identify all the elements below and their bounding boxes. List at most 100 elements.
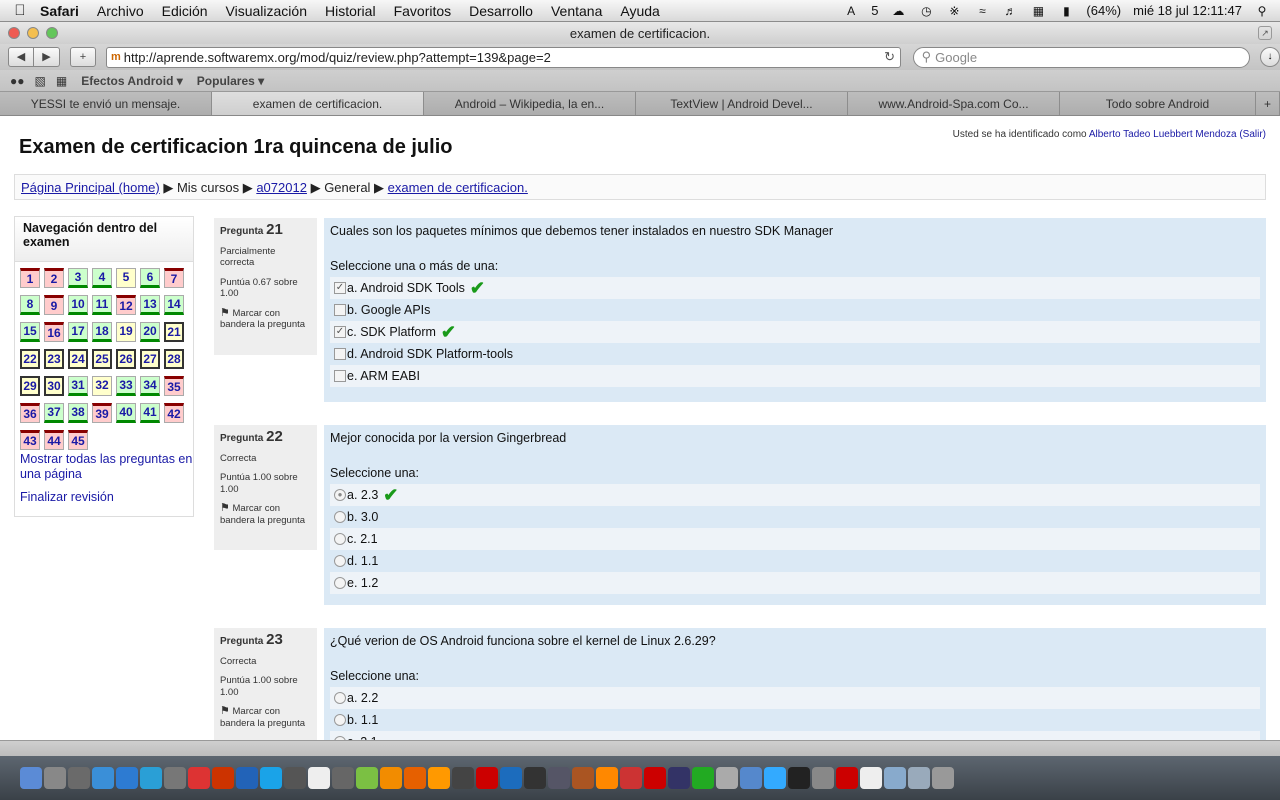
reading-list-icon[interactable]: ●● <box>10 74 25 88</box>
firefox-icon[interactable] <box>404 767 426 789</box>
quiz-nav-button[interactable]: 8 <box>20 295 40 315</box>
menu-ayuda[interactable]: Ayuda <box>620 3 659 19</box>
address-bar[interactable]: m http://aprende.softwaremx.org/mod/quiz… <box>105 46 901 68</box>
top-sites-icon[interactable]: ▦ <box>56 74 67 88</box>
answer-radio[interactable] <box>334 533 346 545</box>
quiz-nav-button[interactable]: 31 <box>68 376 88 396</box>
quiz-nav-button[interactable]: 37 <box>44 403 64 423</box>
quiz-nav-button[interactable]: 4 <box>92 268 112 288</box>
launchpad-icon[interactable] <box>44 767 66 789</box>
answer-radio[interactable] <box>334 692 346 704</box>
safari-icon[interactable] <box>140 767 162 789</box>
quiz-nav-button[interactable]: 36 <box>20 403 40 423</box>
quiz-nav-button[interactable]: 24 <box>68 349 88 369</box>
answer-radio[interactable] <box>334 511 346 523</box>
menu-edicion[interactable]: Edición <box>162 3 208 19</box>
quiz-nav-button[interactable]: 43 <box>20 430 40 450</box>
kit-icon[interactable] <box>548 767 570 789</box>
horizontal-scrollbar[interactable] <box>0 740 1280 756</box>
search-field[interactable]: ⚲ Google <box>912 46 1251 68</box>
angrybirds-icon[interactable] <box>644 767 666 789</box>
illustrator-icon[interactable] <box>428 767 450 789</box>
textedit-icon[interactable] <box>308 767 330 789</box>
user-link[interactable]: Alberto Tadeo Luebbert Mendoza <box>1089 129 1237 140</box>
quiz-nav-button[interactable]: 35 <box>164 376 184 396</box>
quiz-nav-button[interactable]: 15 <box>20 322 40 342</box>
mission-control-icon[interactable] <box>68 767 90 789</box>
app-store-icon[interactable] <box>92 767 114 789</box>
adobe-icon[interactable] <box>476 767 498 789</box>
fullscreen-icon[interactable]: ↗ <box>1258 26 1272 40</box>
answer-radio[interactable] <box>334 714 346 726</box>
quiz-nav-button[interactable]: 25 <box>92 349 112 369</box>
quiz-nav-button[interactable]: 12 <box>116 295 136 315</box>
quiz-nav-button[interactable]: 10 <box>68 295 88 315</box>
finish-review-link[interactable]: Finalizar revisión <box>20 490 193 505</box>
quiz-nav-button[interactable]: 11 <box>92 295 112 315</box>
quiz-nav-button[interactable]: 13 <box>140 295 160 315</box>
quiz-nav-button[interactable]: 6 <box>140 268 160 288</box>
adobe-status-icon[interactable]: A <box>843 4 859 18</box>
logout-link[interactable]: (Salir) <box>1239 129 1266 140</box>
game-icon[interactable] <box>452 767 474 789</box>
bookmark-efectos-android[interactable]: Efectos Android ▾ <box>81 74 183 88</box>
preview-icon[interactable] <box>116 767 138 789</box>
apple-menu-icon[interactable]:  <box>0 2 40 19</box>
vlc-icon[interactable] <box>596 767 618 789</box>
quiz-nav-button[interactable]: 20 <box>140 322 160 342</box>
quiz-nav-button[interactable]: 29 <box>20 376 40 396</box>
bookmark-populares[interactable]: Populares ▾ <box>197 74 264 88</box>
quiz-nav-button[interactable]: 41 <box>140 403 160 423</box>
answer-checkbox[interactable] <box>334 370 346 382</box>
answer-radio[interactable] <box>334 577 346 589</box>
quiz-nav-button[interactable]: 34 <box>140 376 160 396</box>
volume-icon[interactable]: ♬ <box>1002 4 1018 18</box>
minimize-window-icon[interactable] <box>27 27 39 39</box>
tab-todo-android[interactable]: Todo sobre Android <box>1060 92 1256 115</box>
quiz-nav-button[interactable]: 28 <box>164 349 184 369</box>
menu-ventana[interactable]: Ventana <box>551 3 602 19</box>
xcode-icon[interactable] <box>284 767 306 789</box>
game3-icon[interactable] <box>620 767 642 789</box>
tab-android-spa[interactable]: www.Android-Spa.com Co... <box>848 92 1060 115</box>
answer-radio[interactable]: ● <box>334 489 346 501</box>
tab-textview[interactable]: TextView | Android Devel... <box>636 92 848 115</box>
flag-question-button[interactable]: ⚑ Marcar con bandera la pregunta <box>220 307 311 331</box>
unity-icon[interactable] <box>524 767 546 789</box>
x11-icon[interactable] <box>164 767 186 789</box>
twitter-icon[interactable] <box>764 767 786 789</box>
back-button[interactable]: ◀ <box>8 47 34 67</box>
tab-yessi[interactable]: YESSI te envió un mensaje. <box>0 92 212 115</box>
zoom-window-icon[interactable] <box>46 27 58 39</box>
quiz-nav-button[interactable]: 9 <box>44 295 64 315</box>
menu-visualizacion[interactable]: Visualización <box>226 3 307 19</box>
quiz-nav-button[interactable]: 19 <box>116 322 136 342</box>
quiz-nav-button[interactable]: 2 <box>44 268 64 288</box>
breadcrumb-home[interactable]: Página Principal (home) <box>21 180 160 195</box>
game4-icon[interactable] <box>692 767 714 789</box>
quiz-nav-button[interactable]: 33 <box>116 376 136 396</box>
quiz-nav-button[interactable]: 5 <box>116 268 136 288</box>
docs-icon[interactable] <box>860 767 882 789</box>
answer-checkbox[interactable]: ✓ <box>334 282 346 294</box>
quiz-nav-button[interactable]: 14 <box>164 295 184 315</box>
quiz-nav-button[interactable]: 44 <box>44 430 64 450</box>
quiz-nav-button[interactable]: 7 <box>164 268 184 288</box>
add-bookmark-button[interactable]: + <box>70 47 96 67</box>
clock[interactable]: mié 18 jul 12:11:47 <box>1133 3 1242 18</box>
tab-examen[interactable]: examen de certificacion. <box>212 92 424 115</box>
quiz-nav-button[interactable]: 1 <box>20 268 40 288</box>
quiz-nav-button[interactable]: 22 <box>20 349 40 369</box>
url-text[interactable]: http://aprende.softwaremx.org/mod/quiz/r… <box>124 50 880 65</box>
menu-desarrollo[interactable]: Desarrollo <box>469 3 533 19</box>
breadcrumb-course[interactable]: a072012 <box>256 180 307 195</box>
flash-icon[interactable] <box>836 767 858 789</box>
cloud-status-icon[interactable]: ☁ <box>890 4 906 18</box>
flag-question-button[interactable]: ⚑ Marcar con bandera la pregunta <box>220 705 311 729</box>
ical-icon[interactable] <box>188 767 210 789</box>
quiz-nav-button[interactable]: 45 <box>68 430 88 450</box>
reload-icon[interactable]: ↻ <box>880 49 900 65</box>
filezilla-icon[interactable] <box>212 767 234 789</box>
finder-icon[interactable] <box>20 767 42 789</box>
quiz-nav-button[interactable]: 16 <box>44 322 64 342</box>
